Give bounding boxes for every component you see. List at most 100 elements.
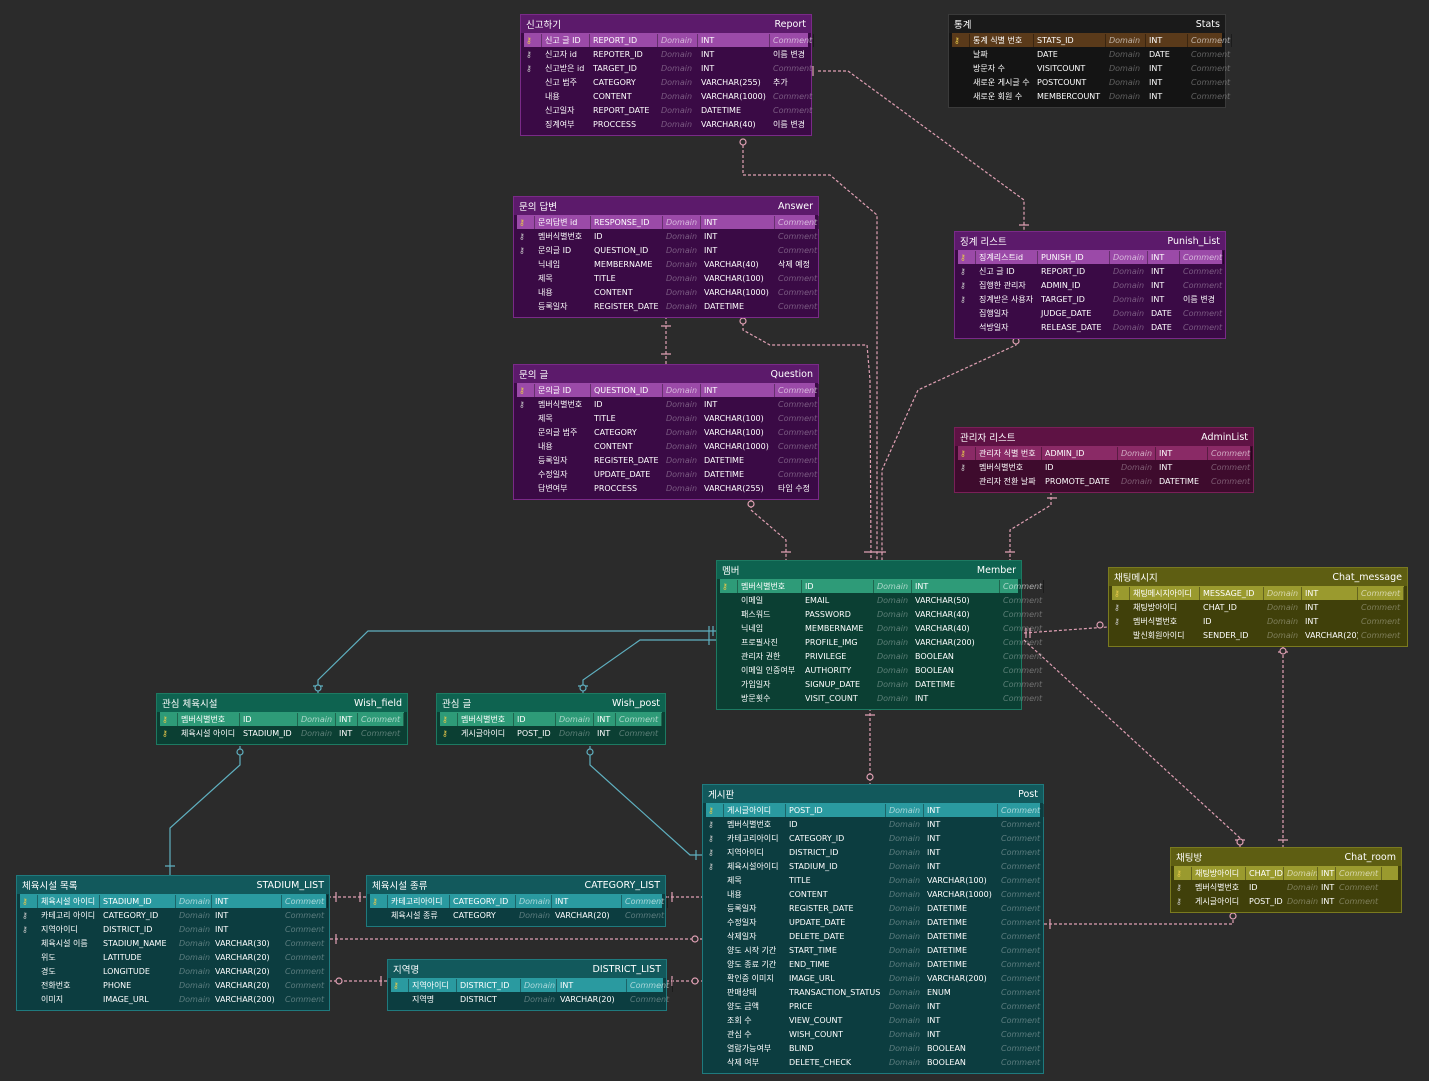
table-row[interactable]: ⚷ 체육시설 아이디 STADIUM_ID Domain INT Comment <box>20 894 328 908</box>
table-row[interactable]: ⚷ 게시글아이디 POST_ID Domain INT Comment <box>1174 894 1398 908</box>
table-category[interactable]: 체육시설 종류 CATEGORY_LIST ⚷ 카테고리아이디 CATEGORY_ID D… <box>366 875 668 927</box>
table-admin[interactable]: 관리자 리스트 AdminList ⚷ 관리자 식별 번호 ADMIN_ID Domain… <box>954 427 1254 493</box>
table-header[interactable]: 문의 글 Question <box>514 365 818 383</box>
table-row[interactable]: ⚷ 멤버식별번호 ID Domain INT Comment <box>517 229 817 243</box>
table-row[interactable]: 방문자 수 VISITCOUNT Domain INT Comment <box>952 61 1230 75</box>
table-header[interactable]: 문의 답변 Answer <box>514 197 818 215</box>
table-row[interactable]: 지역명 DISTRICT Domain VARCHAR(20) Comment <box>391 992 669 1006</box>
table-chatmsg[interactable]: 채팅메시지 Chat_message ⚷ 채팅메시지아이디 MESSAGE_ID Doma… <box>1108 567 1408 647</box>
table-row[interactable]: ⚷ 멤버식별번호 ID Domain INT Comment <box>706 817 1040 831</box>
table-row[interactable]: 전화번호 PHONE Domain VARCHAR(20) Comment <box>20 978 326 992</box>
table-row[interactable]: 제목 TITLE Domain VARCHAR(100) Comment <box>517 411 817 425</box>
table-row[interactable]: 열람가능여부 BLIND Domain BOOLEAN Comment <box>706 1041 1040 1055</box>
table-header[interactable]: 멤버 Member <box>717 561 1021 579</box>
table-row[interactable]: ⚷ 체육시설 아이디 STADIUM_ID Domain INT Comment <box>160 726 404 740</box>
table-header[interactable]: 신고하기 Report <box>521 15 811 33</box>
table-punish[interactable]: 징계 리스트 Punish_List ⚷ 징계리스트id PUNISH_ID Domain… <box>954 231 1226 339</box>
table-row[interactable]: ⚷ 채팅방아이디 CHAT_ID Domain INT Comment <box>1174 866 1398 880</box>
table-row[interactable]: 징계여부 PROCCESS Domain VARCHAR(40) 이름 변경 <box>524 117 808 131</box>
table-row[interactable]: ⚷ 신고 글 ID REPORT_ID Domain INT Comment <box>524 33 814 47</box>
table-row[interactable]: ⚷ 채팅방아이디 CHAT_ID Domain INT Comment <box>1112 600 1404 614</box>
table-row[interactable]: 닉네임 MEMBERNAME Domain VARCHAR(40) 삭제 예정 <box>517 257 815 271</box>
table-row[interactable]: 위도 LATITUDE Domain VARCHAR(20) Comment <box>20 950 326 964</box>
table-row[interactable]: ⚷ 카테고리 아이디 CATEGORY_ID Domain INT Comment <box>20 908 326 922</box>
table-chatroom[interactable]: 채팅방 Chat_room ⚷ 채팅방아이디 CHAT_ID Domain INT Comme… <box>1170 847 1402 913</box>
table-row[interactable]: 관리자 권한 PRIVILEGE Domain BOOLEAN Comment <box>720 649 1042 663</box>
table-header[interactable]: 지역명 DISTRICT_LIST <box>388 960 666 978</box>
table-report[interactable]: 신고하기 Report ⚷ 신고 글 ID REPORT_ID Domain INT Comm… <box>520 14 814 136</box>
table-row[interactable]: 이메일 인증여부 AUTHORITY Domain BOOLEAN Comment <box>720 663 1042 677</box>
table-row[interactable]: 조회 수 VIEW_COUNT Domain INT Comment <box>706 1013 1040 1027</box>
table-row[interactable]: 내용 CONTENT Domain VARCHAR(1000) Comment <box>517 285 817 299</box>
table-stadium[interactable]: 체육시설 목록 STADIUM_LIST ⚷ 체육시설 아이디 STADIUM_ID Do… <box>16 875 330 1011</box>
table-row[interactable]: ⚷ 게시글아이디 POST_ID Domain INT Comment <box>706 803 1044 817</box>
table-row[interactable]: 집행일자 JUDGE_DATE Domain DATE Comment <box>958 306 1222 320</box>
table-row[interactable]: 수정일자 UPDATE_DATE Domain DATETIME Comment <box>517 467 817 481</box>
table-row[interactable]: 방문횟수 VISIT_COUNT Domain INT Comment <box>720 691 1042 705</box>
table-row[interactable]: ⚷ 체육시설아이디 STADIUM_ID Domain INT Comment <box>706 859 1040 873</box>
table-row[interactable]: ⚷ 관리자 식별 번호 ADMIN_ID Domain INT Comment <box>958 446 1252 460</box>
table-post[interactable]: 게시판 Post ⚷ 게시글아이디 POST_ID Domain INT Comment ⚷ 멤버… <box>702 784 1044 1074</box>
table-row[interactable]: 양도 종료 기간 END_TIME Domain DATETIME Comment <box>706 957 1040 971</box>
table-row[interactable]: 삭제 여부 DELETE_CHECK Domain BOOLEAN Comment <box>706 1055 1040 1069</box>
table-row[interactable]: ⚷ 카테고리아이디 CATEGORY_ID Domain INT Comment <box>706 831 1040 845</box>
table-row[interactable]: 관리자 전환 날짜 PROMOTE_DATE Domain DATETIME Comme… <box>958 474 1250 488</box>
table-row[interactable]: 가입일자 SIGNUP_DATE Domain DATETIME Comment <box>720 677 1042 691</box>
table-row[interactable]: 새로운 회원 수 MEMBERCOUNT Domain INT Comment <box>952 89 1230 103</box>
table-row[interactable]: 프로필사진 PROFILE_IMG Domain VARCHAR(200) Commen… <box>720 635 1042 649</box>
table-row[interactable]: 수정일자 UPDATE_DATE Domain DATETIME Comment <box>706 915 1040 929</box>
table-header[interactable]: 관리자 리스트 AdminList <box>955 428 1253 446</box>
table-header[interactable]: 체육시설 목록 STADIUM_LIST <box>17 876 329 894</box>
table-row[interactable]: ⚷ 게시글아이디 POST_ID Domain INT Comment <box>440 726 662 740</box>
table-row[interactable]: 새로운 게시글 수 POSTCOUNT Domain INT Comment <box>952 75 1230 89</box>
table-row[interactable]: 등록일자 REGISTER_DATE Domain DATETIME Comment <box>517 299 817 313</box>
table-row[interactable]: 확인증 이미지 IMAGE_URL Domain VARCHAR(200) Commen… <box>706 971 1040 985</box>
table-row[interactable]: ⚷ 지역아이디 DISTRICT_ID Domain INT Comment <box>391 978 673 992</box>
table-header[interactable]: 체육시설 종류 CATEGORY_LIST <box>367 876 665 894</box>
table-wishfield[interactable]: 관심 체육시설 Wish_field ⚷ 멤버식별번호 ID Domain INT Comme… <box>156 693 408 745</box>
table-row[interactable]: 양도 금액 PRICE Domain INT Comment <box>706 999 1040 1013</box>
table-district[interactable]: 지역명 DISTRICT_LIST ⚷ 지역아이디 DISTRICT_ID Domain I… <box>387 959 673 1011</box>
table-row[interactable]: ⚷ 멤버식별번호 ID Domain INT Comment <box>517 397 817 411</box>
table-row[interactable]: 석방일자 RELEASE_DATE Domain DATE Comment <box>958 320 1222 334</box>
table-row[interactable]: 제목 TITLE Domain VARCHAR(100) Comment <box>517 271 817 285</box>
table-row[interactable]: 관심 수 WISH_COUNT Domain INT Comment <box>706 1027 1040 1041</box>
table-row[interactable]: 신고 범주 CATEGORY Domain VARCHAR(255) 추가 <box>524 75 808 89</box>
table-row[interactable]: ⚷ 징계리스트id PUNISH_ID Domain INT Comment <box>958 250 1224 264</box>
table-header[interactable]: 관심 체육시설 Wish_field <box>157 694 407 712</box>
table-row[interactable]: 경도 LONGITUDE Domain VARCHAR(20) Comment <box>20 964 326 978</box>
table-row[interactable]: 삭제일자 DELETE_DATE Domain DATETIME Comment <box>706 929 1040 943</box>
table-row[interactable]: ⚷ 멤버식별번호 ID Domain INT Comment <box>720 579 1044 593</box>
table-row[interactable]: ⚷ 신고받은 id TARGET_ID Domain INT Comment <box>524 61 812 75</box>
table-row[interactable]: ⚷ 징계받은 사용자 TARGET_ID Domain INT 이름 변경 <box>958 292 1222 306</box>
table-row[interactable]: ⚷ 지역아이디 DISTRICT_ID Domain INT Comment <box>706 845 1040 859</box>
table-row[interactable]: 체육시설 이름 STADIUM_NAME Domain VARCHAR(30) Comm… <box>20 936 326 950</box>
table-row[interactable]: ⚷ 통계 식별 번호 STATS_ID Domain INT Comment <box>952 33 1232 47</box>
table-row[interactable]: ⚷ 멤버식별번호 ID Domain INT Comment <box>958 460 1250 474</box>
table-row[interactable]: 등록일자 REGISTER_DATE Domain DATETIME Comment <box>517 453 817 467</box>
table-row[interactable]: ⚷ 멤버식별번호 ID Domain INT Comment <box>1174 880 1398 894</box>
table-row[interactable]: 내용 CONTENT Domain VARCHAR(1000) Comment <box>524 89 812 103</box>
table-stats[interactable]: 통계 Stats ⚷ 통계 식별 번호 STATS_ID Domain INT Comment… <box>948 14 1232 108</box>
table-row[interactable]: 제목 TITLE Domain VARCHAR(100) Comment <box>706 873 1040 887</box>
table-row[interactable]: 신고일자 REPORT_DATE Domain DATETIME Comment <box>524 103 812 117</box>
table-row[interactable]: 이미지 IMAGE_URL Domain VARCHAR(200) Comment <box>20 992 326 1006</box>
table-wishpost[interactable]: 관심 글 Wish_post ⚷ 멤버식별번호 ID Domain INT Comment ⚷ 게… <box>436 693 666 745</box>
table-row[interactable]: 발신회원아이디 SENDER_ID Domain VARCHAR(20) Comment <box>1112 628 1404 642</box>
table-row[interactable]: ⚷ 멤버식별번호 ID Domain INT Comment <box>1112 614 1404 628</box>
table-header[interactable]: 징계 리스트 Punish_List <box>955 232 1225 250</box>
table-row[interactable]: ⚷ 신고 글 ID REPORT_ID Domain INT Comment <box>958 264 1222 278</box>
table-member[interactable]: 멤버 Member ⚷ 멤버식별번호 ID Domain INT Comment 이메일 EMAI… <box>716 560 1044 710</box>
table-header[interactable]: 채팅방 Chat_room <box>1171 848 1401 866</box>
table-row[interactable]: ⚷ 카테고리아이디 CATEGORY_ID Domain INT Comment <box>370 894 668 908</box>
table-header[interactable]: 관심 글 Wish_post <box>437 694 665 712</box>
table-row[interactable]: ⚷ 신고자 id REPOTER_ID Domain INT 이름 변경 <box>524 47 808 61</box>
table-header[interactable]: 통계 Stats <box>949 15 1225 33</box>
table-row[interactable]: ⚷ 멤버식별번호 ID Domain INT Comment <box>440 712 662 726</box>
table-row[interactable]: ⚷ 멤버식별번호 ID Domain INT Comment <box>160 712 404 726</box>
table-row[interactable]: 양도 시작 기간 START_TIME Domain DATETIME Comment <box>706 943 1040 957</box>
table-header[interactable]: 채팅메시지 Chat_message <box>1109 568 1407 586</box>
table-row[interactable]: ⚷ 지역아이디 DISTRICT_ID Domain INT Comment <box>20 922 326 936</box>
table-row[interactable]: 내용 CONTENT Domain VARCHAR(1000) Comment <box>706 887 1040 901</box>
table-row[interactable]: 내용 CONTENT Domain VARCHAR(1000) Comment <box>517 439 817 453</box>
